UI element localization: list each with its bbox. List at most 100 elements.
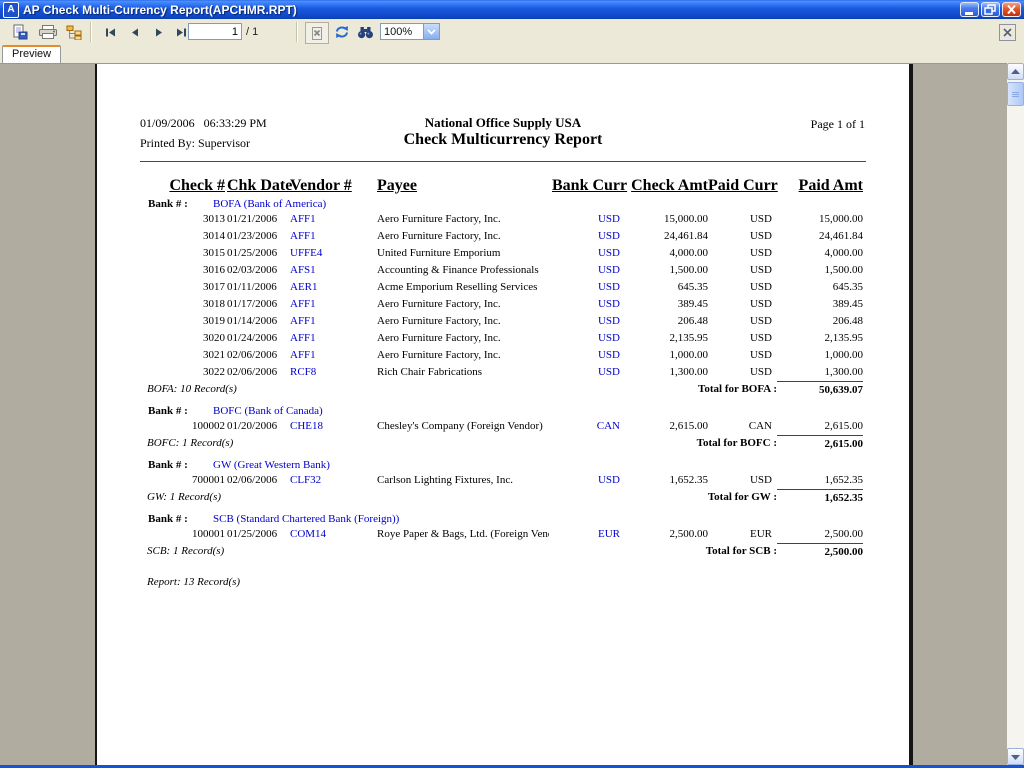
cell-payee: Aero Furniture Factory, Inc.	[377, 349, 549, 361]
close-icon	[1003, 28, 1012, 37]
cell-check-number: 3017	[167, 281, 225, 293]
cell-bank-currency[interactable]: USD	[552, 247, 620, 259]
cell-bank-currency[interactable]: USD	[552, 298, 620, 310]
cell-check-date: 01/11/2006	[227, 281, 297, 293]
page-number-input[interactable]	[188, 23, 242, 40]
cell-vendor-number[interactable]: CLF32	[290, 474, 370, 486]
cell-vendor-number[interactable]: AFS1	[290, 264, 370, 276]
bank-drilldown-link[interactable]: GW (Great Western Bank)	[213, 459, 330, 471]
cell-paid-amount: 1,500.00	[771, 264, 863, 276]
cell-check-number: 3019	[167, 315, 225, 327]
chevron-down-icon[interactable]	[423, 24, 439, 39]
cell-vendor-number[interactable]: AFF1	[290, 230, 370, 242]
cell-paid-currency: USD	[708, 230, 772, 242]
cell-paid-currency: USD	[708, 264, 772, 276]
zoom-level-dropdown[interactable]: 100%	[380, 23, 440, 40]
cell-paid-currency: CAN	[708, 420, 772, 432]
close-preview-button[interactable]	[999, 24, 1016, 41]
cell-bank-currency[interactable]: USD	[552, 230, 620, 242]
cell-paid-amount: 15,000.00	[771, 213, 863, 225]
previous-page-button[interactable]	[123, 22, 147, 42]
cell-payee: Roye Paper & Bags, Ltd. (Foreign Vendc	[377, 528, 549, 540]
cell-vendor-number[interactable]: AFF1	[290, 349, 370, 361]
cell-bank-currency[interactable]: USD	[552, 349, 620, 361]
toggle-group-tree-button[interactable]	[62, 22, 86, 42]
cell-paid-currency: USD	[708, 474, 772, 486]
check-row: 10000201/20/2006CHE18Chesley's Company (…	[97, 418, 909, 435]
check-row: 10000101/25/2006COM14Roye Paper & Bags, …	[97, 526, 909, 543]
cell-bank-currency[interactable]: USD	[552, 264, 620, 276]
cell-vendor-number[interactable]: AFF1	[290, 298, 370, 310]
cell-paid-currency: USD	[708, 298, 772, 310]
group-total-amount: 2,500.00	[777, 543, 863, 558]
cell-check-amount: 1,500.00	[616, 264, 708, 276]
next-page-button[interactable]	[147, 22, 171, 42]
app-icon: A	[3, 2, 19, 18]
close-icon	[1004, 3, 1019, 16]
cell-check-amount: 206.48	[616, 315, 708, 327]
cell-paid-amount: 206.48	[771, 315, 863, 327]
cell-vendor-number[interactable]: COM14	[290, 528, 370, 540]
close-button[interactable]	[1002, 2, 1021, 17]
check-row: 301602/03/2006AFS1Accounting & Finance P…	[97, 262, 909, 279]
bank-drilldown-link[interactable]: SCB (Standard Chartered Bank (Foreign))	[213, 513, 399, 525]
cell-paid-amount: 24,461.84	[771, 230, 863, 242]
cell-bank-currency[interactable]: USD	[552, 315, 620, 327]
column-header-paid-amount: Paid Amt	[771, 177, 863, 195]
cell-bank-currency[interactable]: USD	[552, 332, 620, 344]
bank-group-header: Bank # :BOFC (Bank of Canada)	[97, 398, 909, 418]
check-row: 301401/23/2006AFF1Aero Furniture Factory…	[97, 228, 909, 245]
scrollbar-thumb[interactable]	[1007, 82, 1024, 106]
bank-drilldown-link[interactable]: BOFA (Bank of America)	[213, 198, 326, 210]
cell-vendor-number[interactable]: AFF1	[290, 315, 370, 327]
cell-payee: Acme Emporium Reselling Services	[377, 281, 549, 293]
cell-vendor-number[interactable]: UFFE4	[290, 247, 370, 259]
cell-vendor-number[interactable]: RCF8	[290, 366, 370, 378]
scroll-up-button[interactable]	[1007, 63, 1024, 80]
cell-payee: Aero Furniture Factory, Inc.	[377, 213, 549, 225]
cell-check-amount: 1,652.35	[616, 474, 708, 486]
export-icon	[12, 24, 29, 40]
cell-payee: Aero Furniture Factory, Inc.	[377, 230, 549, 242]
search-button[interactable]	[353, 22, 377, 42]
stop-loading-button[interactable]	[305, 22, 329, 44]
cell-vendor-number[interactable]: AFF1	[290, 332, 370, 344]
cell-check-number: 100001	[167, 528, 225, 540]
tab-preview[interactable]: Preview	[2, 45, 61, 64]
bank-number-label: Bank # :	[148, 513, 188, 525]
cell-vendor-number[interactable]: AFF1	[290, 213, 370, 225]
cell-bank-currency[interactable]: USD	[552, 213, 620, 225]
cell-check-number: 3016	[167, 264, 225, 276]
cell-vendor-number[interactable]: CHE18	[290, 420, 370, 432]
cell-bank-currency[interactable]: USD	[552, 474, 620, 486]
check-row: 301901/14/2006AFF1Aero Furniture Factory…	[97, 313, 909, 330]
column-header-bank-currency: Bank Curr	[552, 177, 620, 195]
vertical-scrollbar[interactable]	[1007, 63, 1024, 765]
print-icon	[39, 25, 57, 40]
cell-paid-amount: 1,652.35	[771, 474, 863, 486]
cell-bank-currency[interactable]: CAN	[552, 420, 620, 432]
refresh-button[interactable]	[330, 22, 354, 42]
scroll-down-button[interactable]	[1007, 748, 1024, 765]
report-record-count: Report: 13 Record(s)	[147, 576, 240, 588]
bank-group-header: Bank # : SCB (Standard Chartered Bank (Fo…	[97, 506, 909, 526]
cell-check-amount: 1,300.00	[616, 366, 708, 378]
cell-check-date: 01/17/2006	[227, 298, 297, 310]
cell-bank-currency[interactable]: USD	[552, 366, 620, 378]
cell-paid-currency: USD	[708, 366, 772, 378]
export-button[interactable]	[8, 22, 32, 42]
cell-paid-amount: 2,135.95	[771, 332, 863, 344]
cell-vendor-number[interactable]: AER1	[290, 281, 370, 293]
minimize-button[interactable]	[960, 2, 979, 17]
print-button[interactable]	[36, 22, 60, 42]
cell-bank-currency[interactable]: EUR	[552, 528, 620, 540]
cell-check-number: 100002	[167, 420, 225, 432]
restore-button[interactable]	[981, 2, 1000, 17]
cell-payee: Aero Furniture Factory, Inc.	[377, 315, 549, 327]
cell-payee: Aero Furniture Factory, Inc.	[377, 298, 549, 310]
column-header-check-number: Check #	[167, 177, 225, 195]
cell-check-amount: 2,500.00	[616, 528, 708, 540]
first-page-button[interactable]	[99, 22, 123, 42]
cell-bank-currency[interactable]: USD	[552, 281, 620, 293]
bank-drilldown-link[interactable]: BOFC (Bank of Canada)	[213, 405, 323, 417]
